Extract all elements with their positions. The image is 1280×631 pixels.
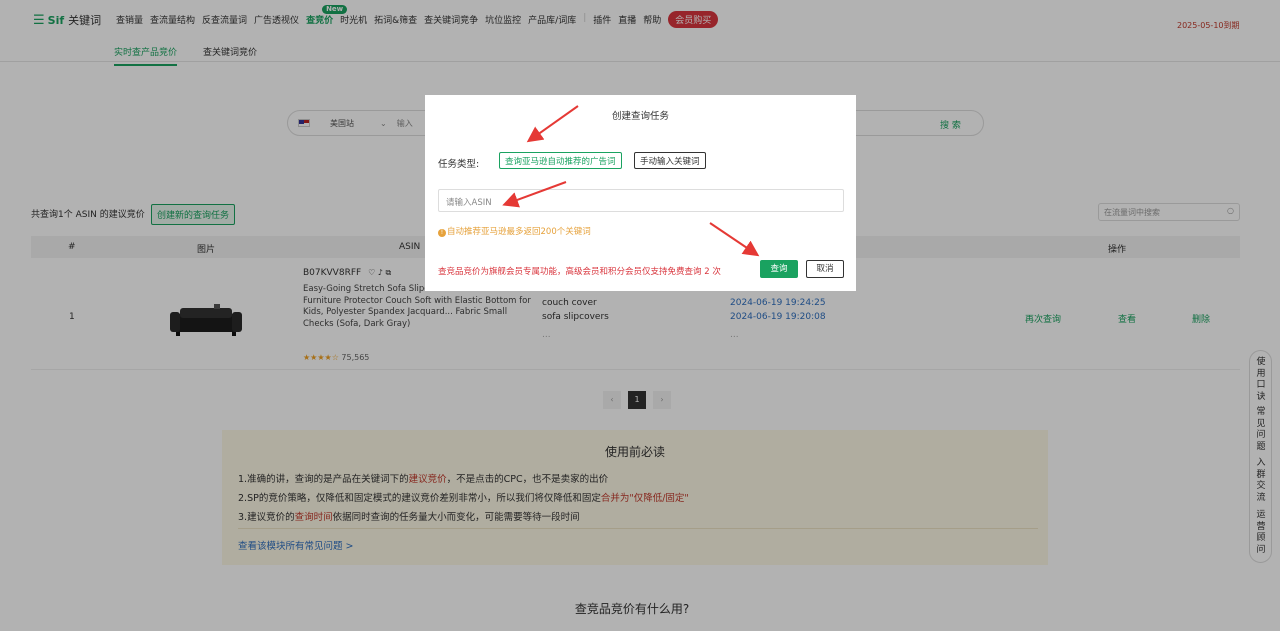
asin-input[interactable]: 请输入ASIN (438, 189, 844, 212)
cancel-button[interactable]: 取消 (806, 260, 844, 278)
vip-note: 查竞品竞价为旗舰会员专属功能，高级会员和积分会员仅支持免费查询 2 次 (438, 267, 721, 277)
create-task-modal: 创建查询任务 任务类型: 查询亚马逊自动推荐的广告词 手动输入关键词 请输入AS… (425, 95, 856, 291)
modal-title: 创建查询任务 (611, 111, 669, 122)
query-button[interactable]: 查询 (760, 260, 798, 278)
option-auto-recommend[interactable]: 查询亚马逊自动推荐的广告词 (499, 152, 622, 169)
hint-text: ! 自动推荐亚马逊最多返回200个关键词 (438, 225, 591, 237)
option-manual-keyword[interactable]: 手动输入关键词 (634, 152, 706, 169)
task-type-label: 任务类型: (438, 159, 480, 170)
hint-message: 自动推荐亚马逊最多返回200个关键词 (447, 227, 591, 237)
info-icon: ! (438, 229, 446, 237)
